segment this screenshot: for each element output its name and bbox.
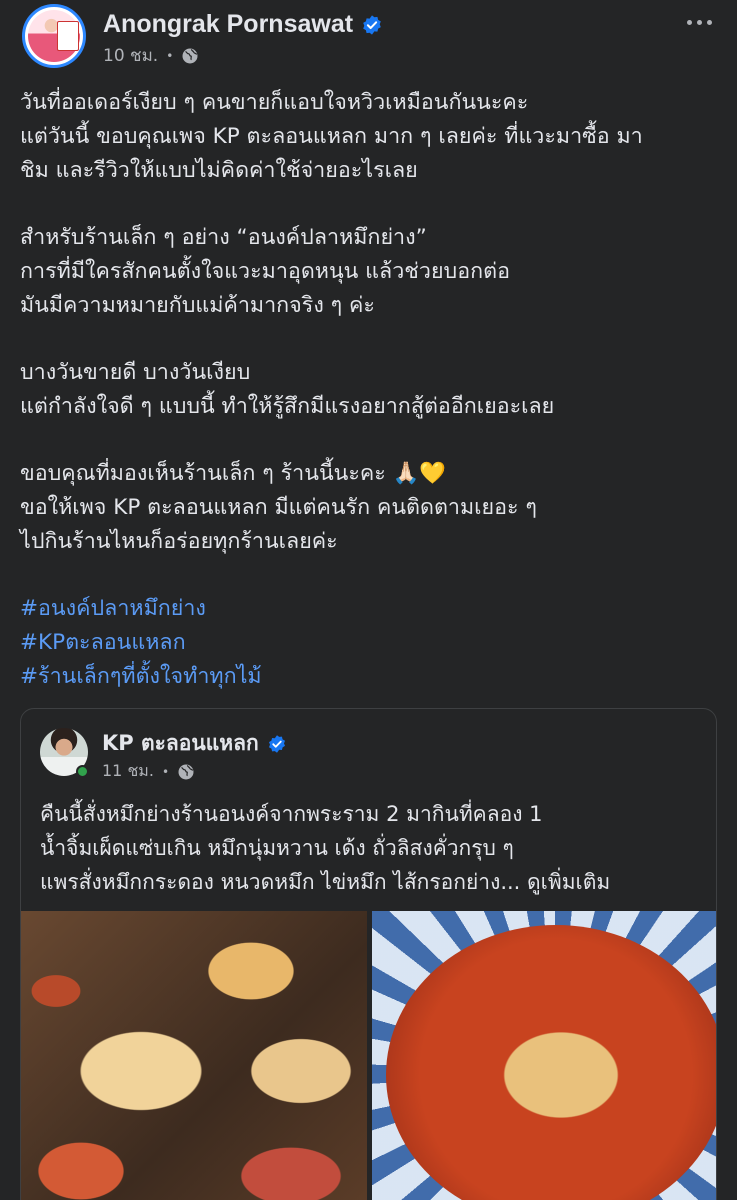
post-line: แต่กำลังใจดี ๆ แบบนี้ ทำให้รู้สึกมีแรงอย… <box>20 394 555 419</box>
verified-badge-icon <box>268 734 285 753</box>
meta-separator: • <box>166 48 174 63</box>
shared-line: น้ำจิ้มเผ็ดแซ่บเกิน หมึกนุ่มหวาน เด้ง ถั… <box>40 836 514 860</box>
post-line: การที่มีใครสักคนตั้งใจแวะมาอุดหนุน แล้วช… <box>20 259 511 284</box>
shared-line-text: แพรสั่งหมึกกระดอง หนวดหมึก ไข่หมึก ไส้กร… <box>40 870 521 894</box>
post-time[interactable]: 10 ชม. <box>103 42 158 69</box>
post-line: มันมีความหมายกับแม่ค้ามากจริง ๆ ค่ะ <box>20 293 375 318</box>
shared-line: แพรสั่งหมึกกระดอง หนวดหมึก ไข่หมึก ไส้กร… <box>40 865 710 899</box>
meta-separator: • <box>161 764 170 779</box>
author-name-row: Anongrak Pornsawat <box>103 10 383 39</box>
shared-line: คืนนี้สั่งหมึกย่างร้านอนงค์จากพระราม 2 ม… <box>40 802 543 826</box>
more-options-icon[interactable] <box>679 8 719 36</box>
food-photo-sauce-bowl[interactable] <box>372 911 716 1200</box>
author-name[interactable]: Anongrak Pornsawat <box>103 10 353 39</box>
shared-author-row: KP ตะลอนแหลก <box>102 727 287 760</box>
food-photo-trays[interactable] <box>21 911 367 1200</box>
avatar-sign <box>57 21 79 51</box>
post-line: วันที่ออเดอร์เงียบ ๆ คนขายก็แอบใจหวิวเหม… <box>20 90 529 115</box>
globe-icon <box>182 48 198 63</box>
hashtag-link[interactable]: #อนงค์ปลาหมึกย่าง <box>20 592 720 626</box>
post-line: ไปกินร้านไหนก็อร่อยทุกร้านเลยค่ะ <box>20 529 338 554</box>
post-line: ขอบคุณที่มองเห็นร้านเล็ก ๆ ร้านนี้นะคะ 🙏… <box>20 461 447 486</box>
post-line: ขอให้เพจ KP ตะลอนแหลก มีแต่คนรัก คนติดตา… <box>20 495 537 520</box>
shared-post-card[interactable]: KP ตะลอนแหลก 11 ชม. • คืนนี้สั่งหมึกย่าง… <box>20 708 717 1200</box>
hashtag-link[interactable]: #KPตะลอนแหลก <box>20 626 720 660</box>
post-line: ชิม และรีวิวให้แบบไม่คิดค่าใช้จ่ายอะไรเล… <box>20 158 418 183</box>
hashtag-link[interactable]: #ร้านเล็กๆที่ตั้งใจทำทุกไม้ <box>20 660 720 694</box>
shared-post-body: คืนนี้สั่งหมึกย่างร้านอนงค์จากพระราม 2 ม… <box>40 797 710 899</box>
online-status-dot <box>76 765 89 778</box>
globe-icon <box>178 764 194 779</box>
shared-author-name[interactable]: KP ตะลอนแหลก <box>102 727 259 760</box>
post-line: บางวันขายดี บางวันเงียบ <box>20 360 251 385</box>
post-line: สำหรับร้านเล็ก ๆ อย่าง “อนงค์ปลาหมึกย่าง… <box>20 225 427 250</box>
dot-2 <box>696 19 702 25</box>
dot-3 <box>706 19 712 25</box>
shared-post-meta: 11 ชม. • <box>102 759 195 784</box>
post-line: แต่วันนี้ ขอบคุณเพจ KP ตะลอนแหลก มาก ๆ เ… <box>20 124 643 149</box>
dot-1 <box>686 19 692 25</box>
post-header: Anongrak Pornsawat 10 ชม. • <box>0 0 737 80</box>
author-avatar[interactable] <box>22 4 86 68</box>
verified-badge-icon <box>363 14 381 35</box>
post-meta: 10 ชม. • <box>103 42 199 69</box>
post-body: วันที่ออเดอร์เงียบ ๆ คนขายก็แอบใจหวิวเหม… <box>20 86 720 694</box>
see-more-link[interactable]: ดูเพิ่มเติม <box>527 870 610 894</box>
shared-post-time[interactable]: 11 ชม. <box>102 759 154 784</box>
